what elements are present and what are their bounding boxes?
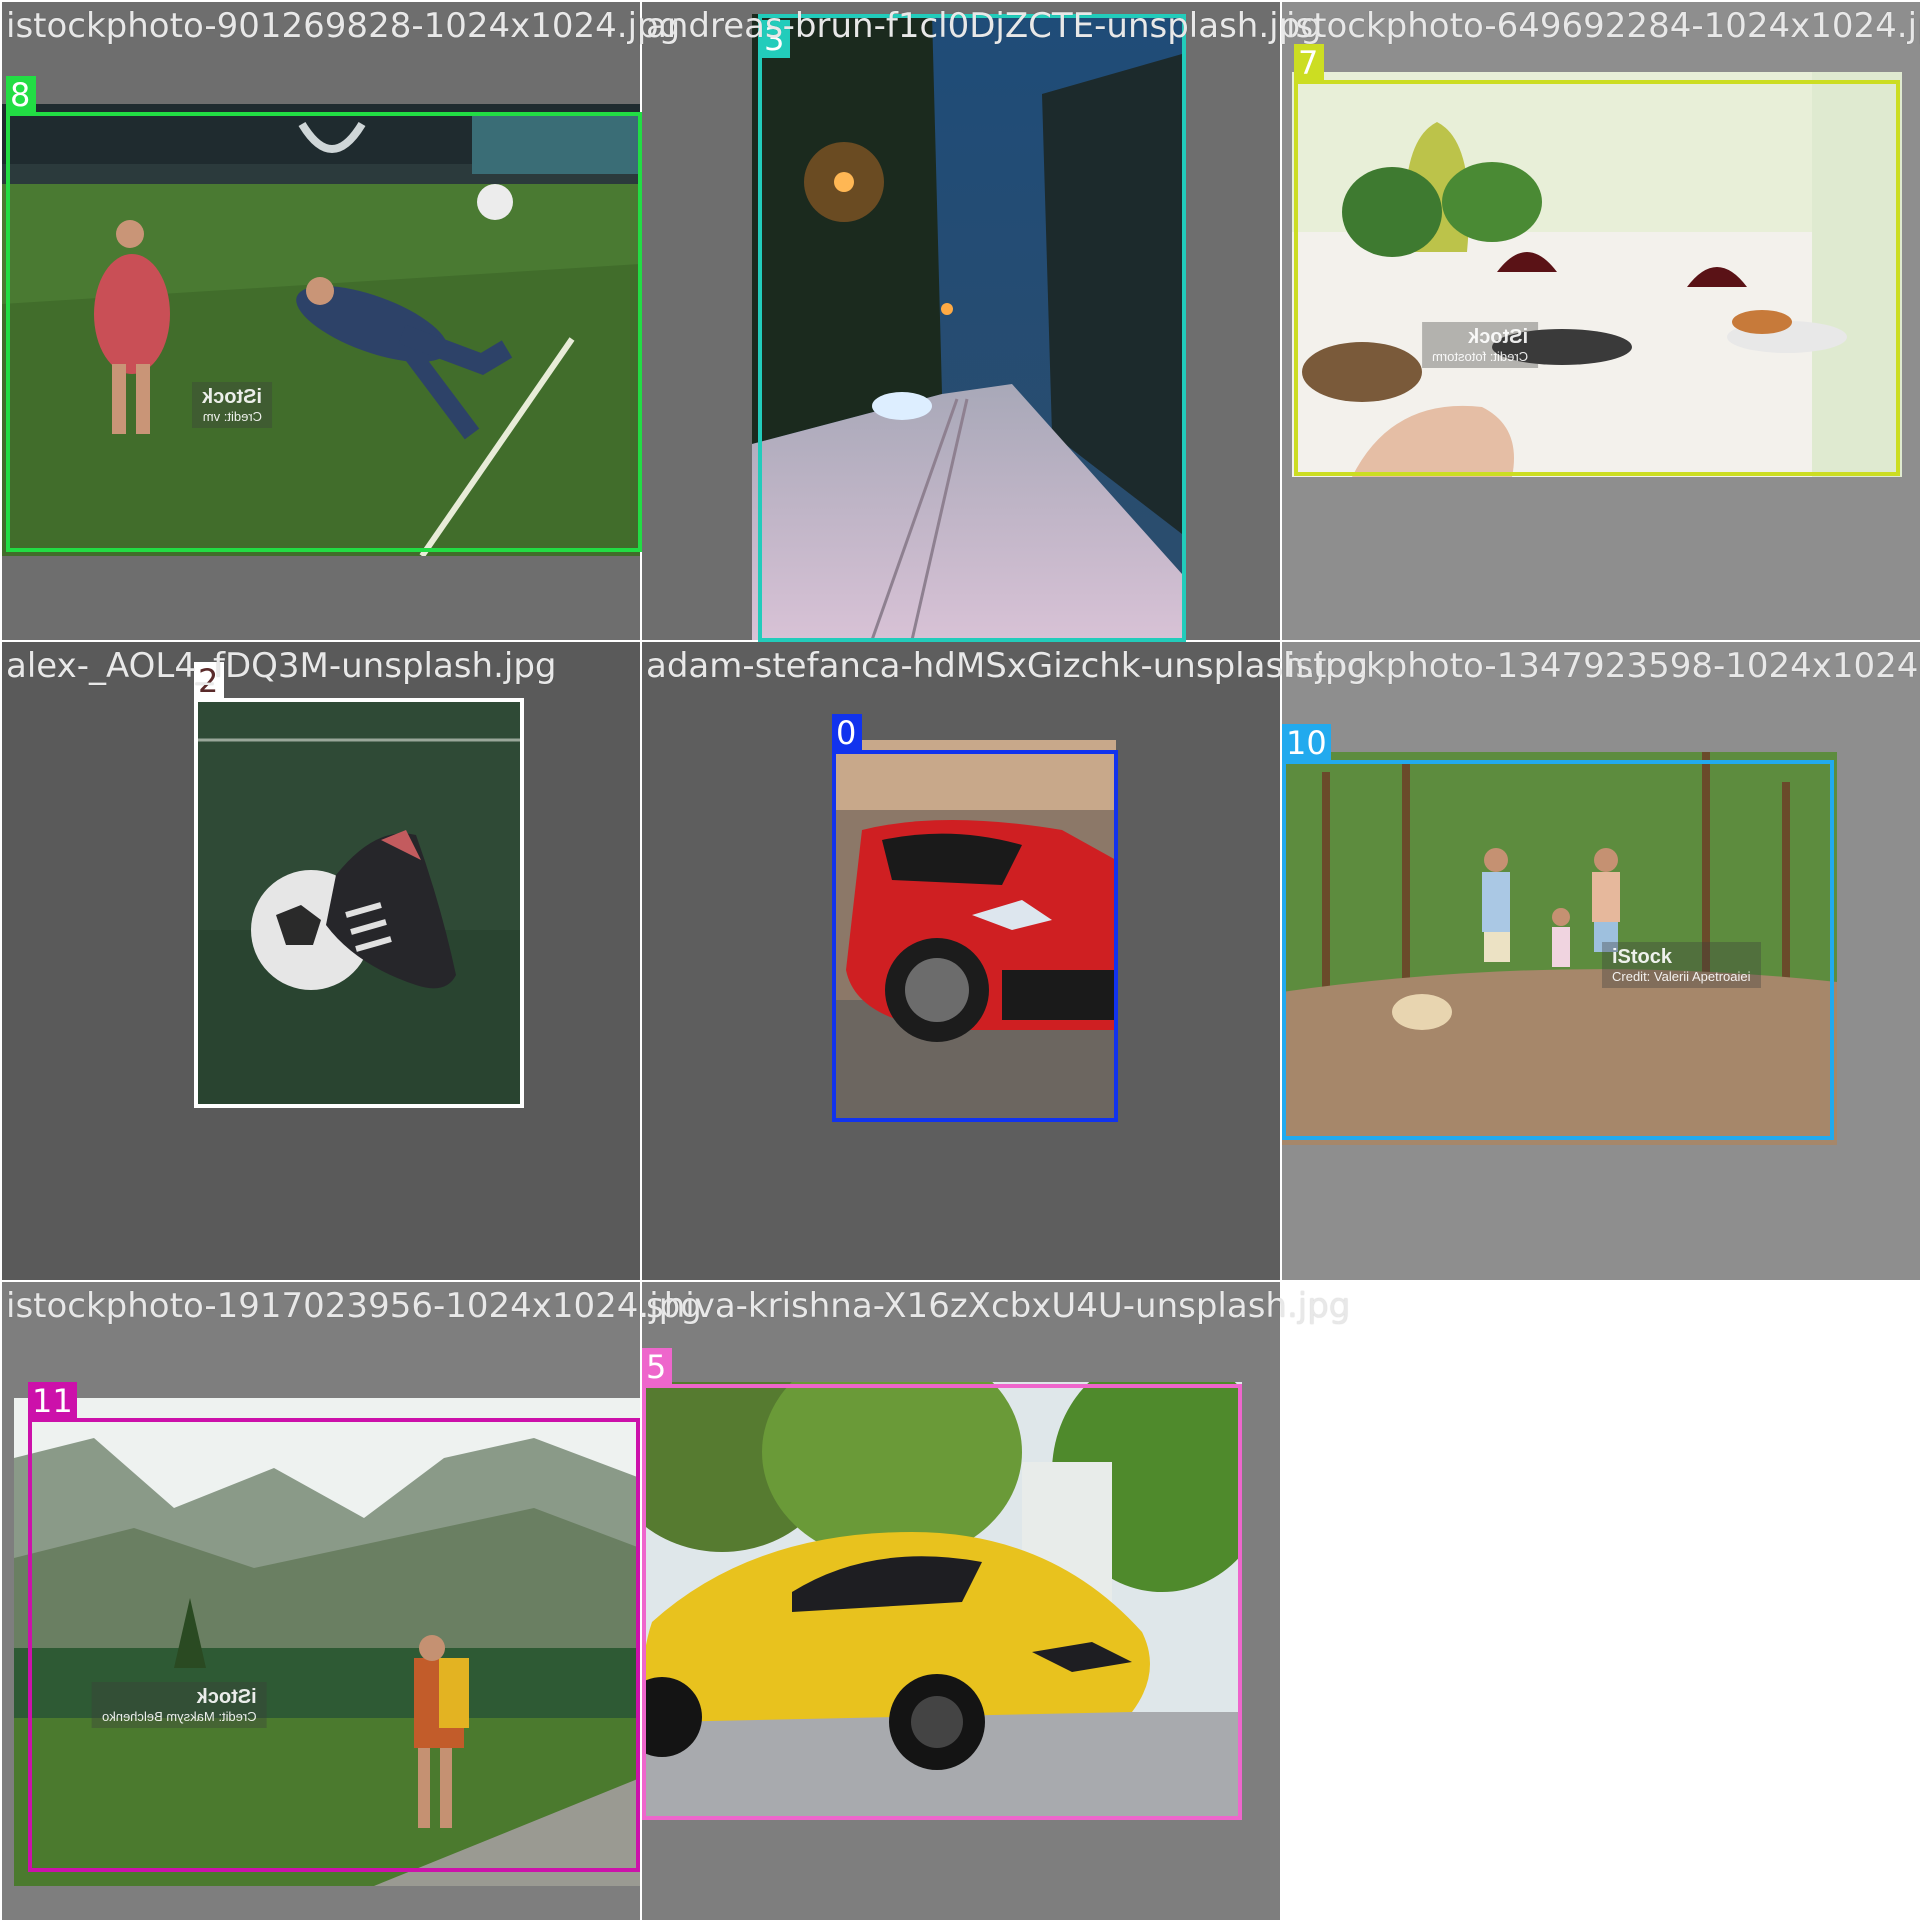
bounding-box: 8 — [6, 76, 642, 552]
mosaic-tile: 5 shiva-krishna-X16zXcbxU4U-unsplash.jpg — [642, 1282, 1350, 1920]
empty-tile — [1282, 1282, 1920, 1920]
bounding-box: 11 — [28, 1382, 640, 1872]
mosaic-tile: 0 adam-stefanca-hdMSxGizchk-unsplash.jpg — [642, 642, 1368, 1280]
tile-background — [1282, 1282, 1920, 1920]
mosaic-tile: 2 alex-_AOL4_fDQ3M-unsplash.jpg — [2, 642, 640, 1280]
tile-filename: istockphoto-649692284-1024x1024.jpg — [1286, 6, 1920, 46]
bounding-box: 2 — [194, 662, 524, 1108]
bounding-box: 10 — [1282, 724, 1834, 1140]
tile-filename: andreas-brun-f1cl0DjZCTE-unsplash.jpg — [646, 6, 1322, 46]
bbox-class-label: 5 — [642, 1348, 672, 1386]
mosaic-tile: iStock Credit: vm 8 istockphoto-90126982… — [2, 2, 680, 640]
bbox-class-label: 10 — [1282, 724, 1331, 762]
mosaic-tile: 3 andreas-brun-f1cl0DjZCTE-unsplash.jpg — [642, 2, 1322, 642]
bounding-box: 0 — [832, 714, 1118, 1122]
tile-filename: shiva-krishna-X16zXcbxU4U-unsplash.jpg — [646, 1286, 1351, 1326]
mosaic-tile: iStock Credit: Valerii Apetroaiei 10 ist… — [1282, 642, 1920, 1280]
tile-filename: istockphoto-901269828-1024x1024.jpg — [6, 6, 681, 46]
bbox-class-label: 8 — [6, 76, 36, 114]
mosaic-grid: iStock Credit: vm 8 istockphoto-90126982… — [0, 0, 1920, 1920]
bbox-class-label: 0 — [832, 714, 862, 752]
bounding-box: 5 — [642, 1348, 1242, 1820]
tile-filename: adam-stefanca-hdMSxGizchk-unsplash.jpg — [646, 646, 1369, 686]
bbox-class-label: 11 — [28, 1382, 77, 1420]
mosaic-tile: iStock Credit: Maksym Belchenko 11 istoc… — [2, 1282, 702, 1920]
tile-filename: istockphoto-1917023956-1024x1024.jpg — [6, 1286, 702, 1326]
bounding-box: 7 — [1294, 44, 1900, 476]
tile-filename: istockphoto-1347923598-1024x1024.jpg — [1286, 646, 1920, 686]
tile-filename: alex-_AOL4_fDQ3M-unsplash.jpg — [6, 646, 557, 686]
bounding-box: 3 — [758, 14, 1186, 642]
mosaic-tile: iStock Credit: fotostorm 7 istockphoto-6… — [1282, 2, 1920, 640]
bbox-class-label: 7 — [1294, 44, 1324, 82]
